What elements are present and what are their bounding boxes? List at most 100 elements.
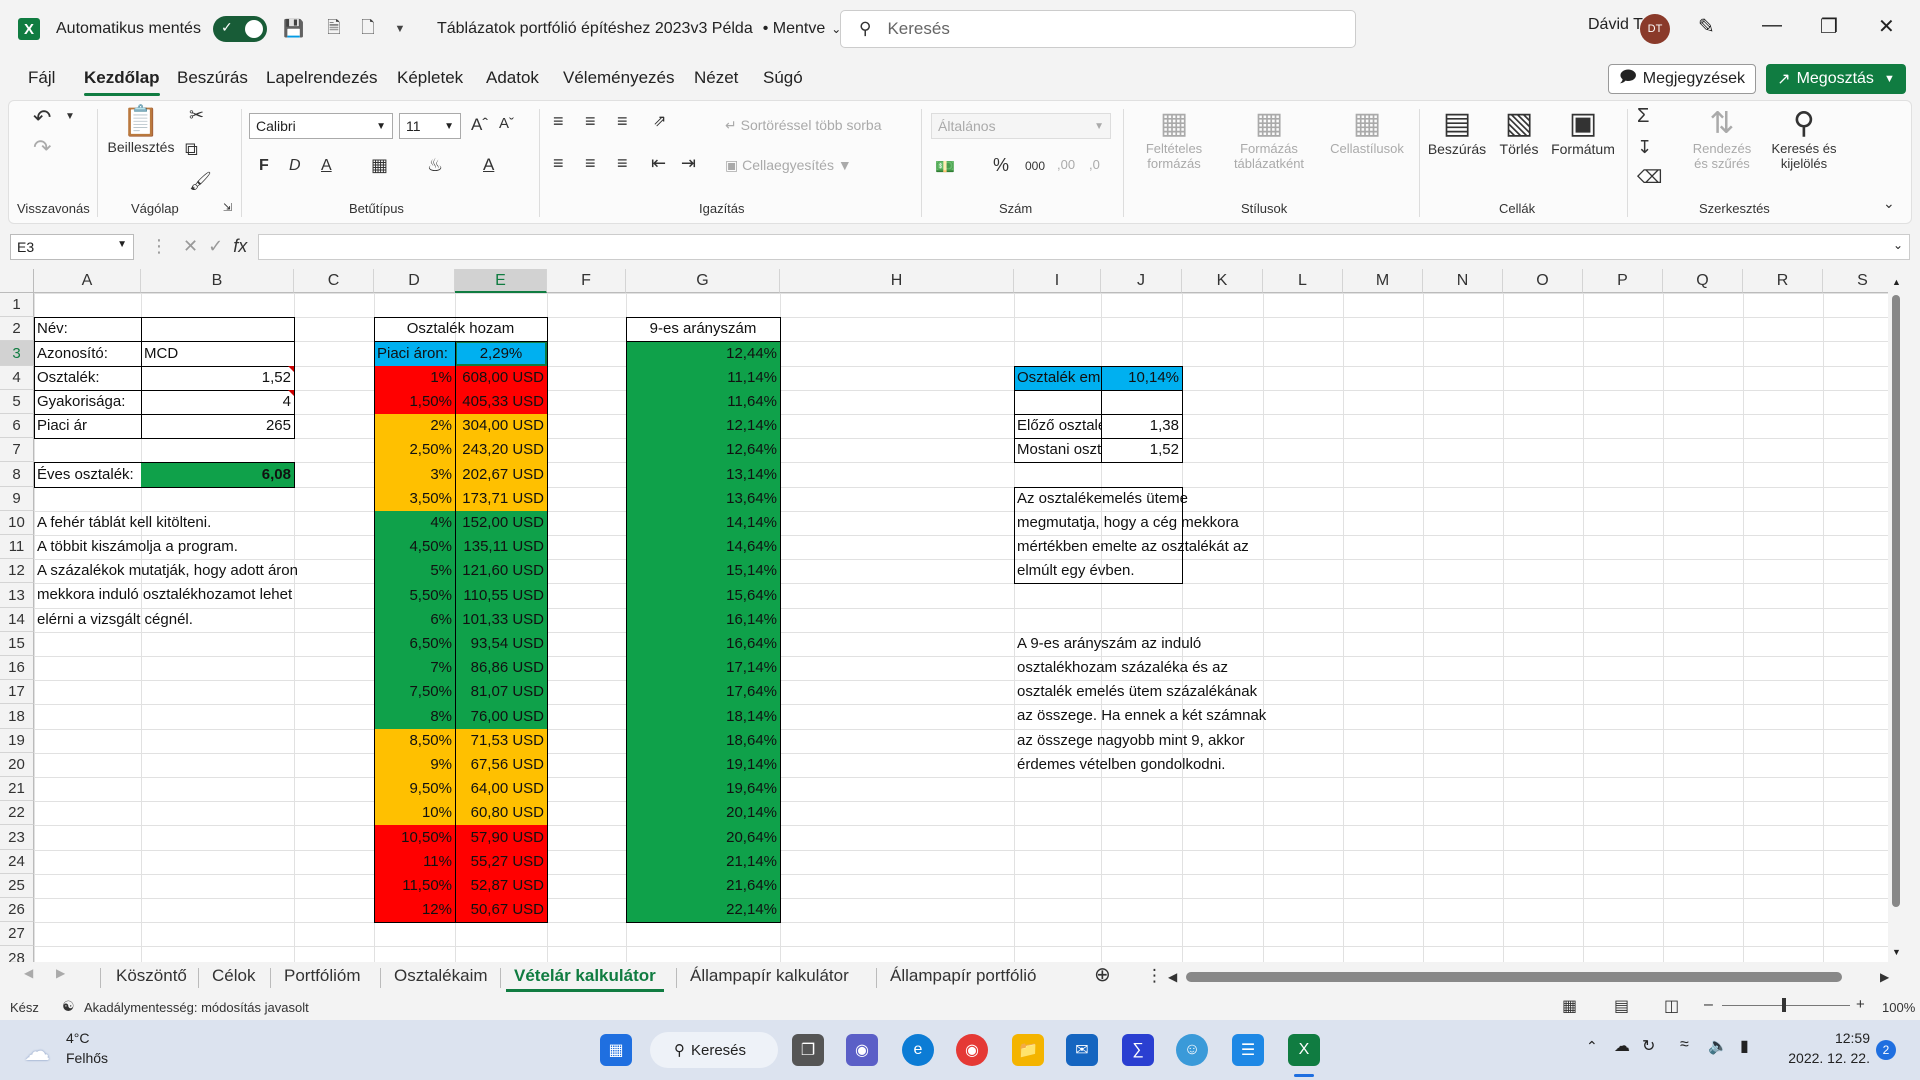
pen-icon[interactable]: ✎ xyxy=(1698,14,1715,39)
nine-ratio-value[interactable]: 15,14% xyxy=(626,559,780,583)
font-name-select[interactable]: Calibri ▼ xyxy=(249,113,393,139)
edge-icon[interactable]: e xyxy=(902,1034,934,1066)
nine-ratio-value[interactable]: 22,14% xyxy=(626,898,780,922)
input-value[interactable]: 4 xyxy=(141,390,294,414)
cell-styles-button[interactable]: ▦ Cellastílusok xyxy=(1321,107,1413,156)
row-header[interactable]: 8 xyxy=(0,462,34,487)
chrome-icon[interactable]: ◉ xyxy=(956,1034,988,1066)
row-header[interactable]: 3 xyxy=(0,341,34,366)
nine-ratio-value[interactable]: 13,14% xyxy=(626,462,780,487)
nine-ratio-value[interactable]: 21,64% xyxy=(626,874,780,898)
tab-home[interactable]: Kezdőlap xyxy=(84,68,160,96)
minimize-icon[interactable]: — xyxy=(1762,14,1782,37)
wifi-icon[interactable]: ≈ xyxy=(1680,1036,1689,1054)
page-layout-icon[interactable]: ▤ xyxy=(1614,996,1629,1016)
row-header[interactable]: 28 xyxy=(0,946,34,962)
sheet-tab[interactable]: Köszöntő xyxy=(116,966,187,986)
yield-percent[interactable]: 4% xyxy=(374,511,455,535)
column-header[interactable]: P xyxy=(1583,269,1663,293)
prev-sheet-icon[interactable]: ◀ xyxy=(24,966,33,980)
yield-price[interactable]: 67,56 USD xyxy=(455,753,547,777)
zoom-level[interactable]: 100% xyxy=(1882,1000,1915,1015)
more-icon[interactable]: ⋮ xyxy=(1146,966,1163,986)
yield-price[interactable]: 57,90 USD xyxy=(455,825,547,850)
app-icon[interactable]: ∑ xyxy=(1122,1034,1154,1066)
number-format-select[interactable]: Általános ▼ xyxy=(931,113,1111,139)
nine-ratio-value[interactable]: 17,14% xyxy=(626,656,780,680)
fill-icon[interactable]: ↧ xyxy=(1637,137,1652,158)
yield-percent[interactable]: 1,50% xyxy=(374,390,455,414)
chevron-down-icon[interactable]: ▼ xyxy=(1884,73,1895,85)
name-box[interactable]: E3 ▼ xyxy=(10,234,134,260)
search-box[interactable]: ⚲ Keresés xyxy=(840,10,1356,48)
nine-ratio-value[interactable]: 12,44% xyxy=(626,341,780,366)
yield-price[interactable]: 121,60 USD xyxy=(455,559,547,583)
restore-icon[interactable]: ❐ xyxy=(1820,14,1838,39)
column-header[interactable]: K xyxy=(1182,269,1263,293)
confirm-icon[interactable]: ✓ xyxy=(208,236,223,256)
comment-indicator[interactable] xyxy=(288,366,294,372)
yield-percent[interactable]: 2,50% xyxy=(374,438,455,462)
accessibility-status[interactable]: Akadálymentesség: módosítás javasolt xyxy=(84,1000,309,1015)
increase-decimal-icon[interactable]: ,00 xyxy=(1057,157,1075,172)
yield-price[interactable]: 135,11 USD xyxy=(455,535,547,559)
document-title[interactable]: Táblázatok portfólió építéshez 2023v3 Pé… xyxy=(437,20,753,38)
select-all-corner[interactable] xyxy=(0,269,34,293)
yield-percent[interactable]: 6,50% xyxy=(374,632,455,656)
scroll-up-icon[interactable]: ▲ xyxy=(1892,277,1901,287)
page-break-icon[interactable]: ◫ xyxy=(1664,996,1679,1016)
input-label[interactable]: Osztalék: xyxy=(34,366,141,390)
nine-ratio-value[interactable]: 21,14% xyxy=(626,850,780,874)
yield-percent[interactable]: 11% xyxy=(374,850,455,874)
normal-view-icon[interactable]: ▦ xyxy=(1562,996,1577,1016)
formula-input[interactable]: ⌄ xyxy=(258,234,1910,260)
column-header[interactable]: H xyxy=(780,269,1014,293)
yield-percent[interactable]: 9,50% xyxy=(374,777,455,801)
nine-ratio-value[interactable]: 11,64% xyxy=(626,390,780,414)
weather-temp[interactable]: 4°C xyxy=(66,1030,90,1046)
excel-taskbar-icon[interactable]: X xyxy=(1288,1034,1320,1066)
yield-percent[interactable]: 7,50% xyxy=(374,680,455,704)
autosum-icon[interactable]: Σ xyxy=(1637,105,1649,128)
percent-icon[interactable]: % xyxy=(993,155,1009,176)
taskbar-search[interactable]: ⚲ Keresés xyxy=(650,1032,778,1068)
sheet-tab[interactable]: Portfólióm xyxy=(284,966,361,986)
row-header[interactable]: 11 xyxy=(0,535,34,559)
input-label[interactable]: Gyakorisága: xyxy=(34,390,141,414)
decrease-indent-icon[interactable]: ⇤ xyxy=(651,153,666,174)
format-painter-icon[interactable]: 🖌 xyxy=(189,171,212,192)
scroll-down-icon[interactable]: ▼ xyxy=(1892,947,1901,957)
yield-percent[interactable]: 11,50% xyxy=(374,874,455,898)
close-icon[interactable]: ✕ xyxy=(1878,14,1895,39)
italic-icon[interactable]: D xyxy=(289,157,301,175)
nine-ratio-value[interactable]: 12,64% xyxy=(626,438,780,462)
row-header[interactable]: 6 xyxy=(0,414,34,438)
annual-dividend-value[interactable]: 6,08 xyxy=(141,462,294,487)
align-middle-icon[interactable]: ≡ xyxy=(585,111,596,132)
row-header[interactable]: 2 xyxy=(0,317,34,341)
chevron-down-icon[interactable]: ▼ xyxy=(65,111,75,122)
vertical-scrollbar[interactable]: ▲ ▼ xyxy=(1888,269,1904,962)
zoom-out-icon[interactable]: – xyxy=(1704,996,1713,1014)
column-header[interactable]: M xyxy=(1343,269,1423,293)
cancel-icon[interactable]: ✕ xyxy=(183,236,198,256)
row-header[interactable]: 9 xyxy=(0,487,34,511)
nine-ratio-value[interactable]: 14,64% xyxy=(626,535,780,559)
battery-icon[interactable]: ▮ xyxy=(1740,1036,1749,1056)
market-price-label[interactable]: Piaci áron: xyxy=(374,341,455,366)
yield-percent[interactable]: 3% xyxy=(374,462,455,487)
yield-percent[interactable]: 10% xyxy=(374,801,455,825)
column-header[interactable]: J xyxy=(1101,269,1182,293)
row-header[interactable]: 24 xyxy=(0,850,34,874)
nine-ratio-value[interactable]: 13,64% xyxy=(626,487,780,511)
orientation-icon[interactable]: ⇗ xyxy=(653,111,666,131)
row-header[interactable]: 17 xyxy=(0,680,34,704)
prev-dividend-value[interactable]: 1,38 xyxy=(1101,414,1182,438)
nine-ratio-value[interactable]: 12,14% xyxy=(626,414,780,438)
nine-ratio-value[interactable]: 11,14% xyxy=(626,366,780,390)
row-header[interactable]: 10 xyxy=(0,511,34,535)
sheet-tab[interactable]: Vételár kalkulátor xyxy=(506,966,664,992)
column-header[interactable]: O xyxy=(1503,269,1583,293)
collapse-ribbon-icon[interactable]: ⌄ xyxy=(1883,195,1895,212)
yield-percent[interactable]: 5% xyxy=(374,559,455,583)
